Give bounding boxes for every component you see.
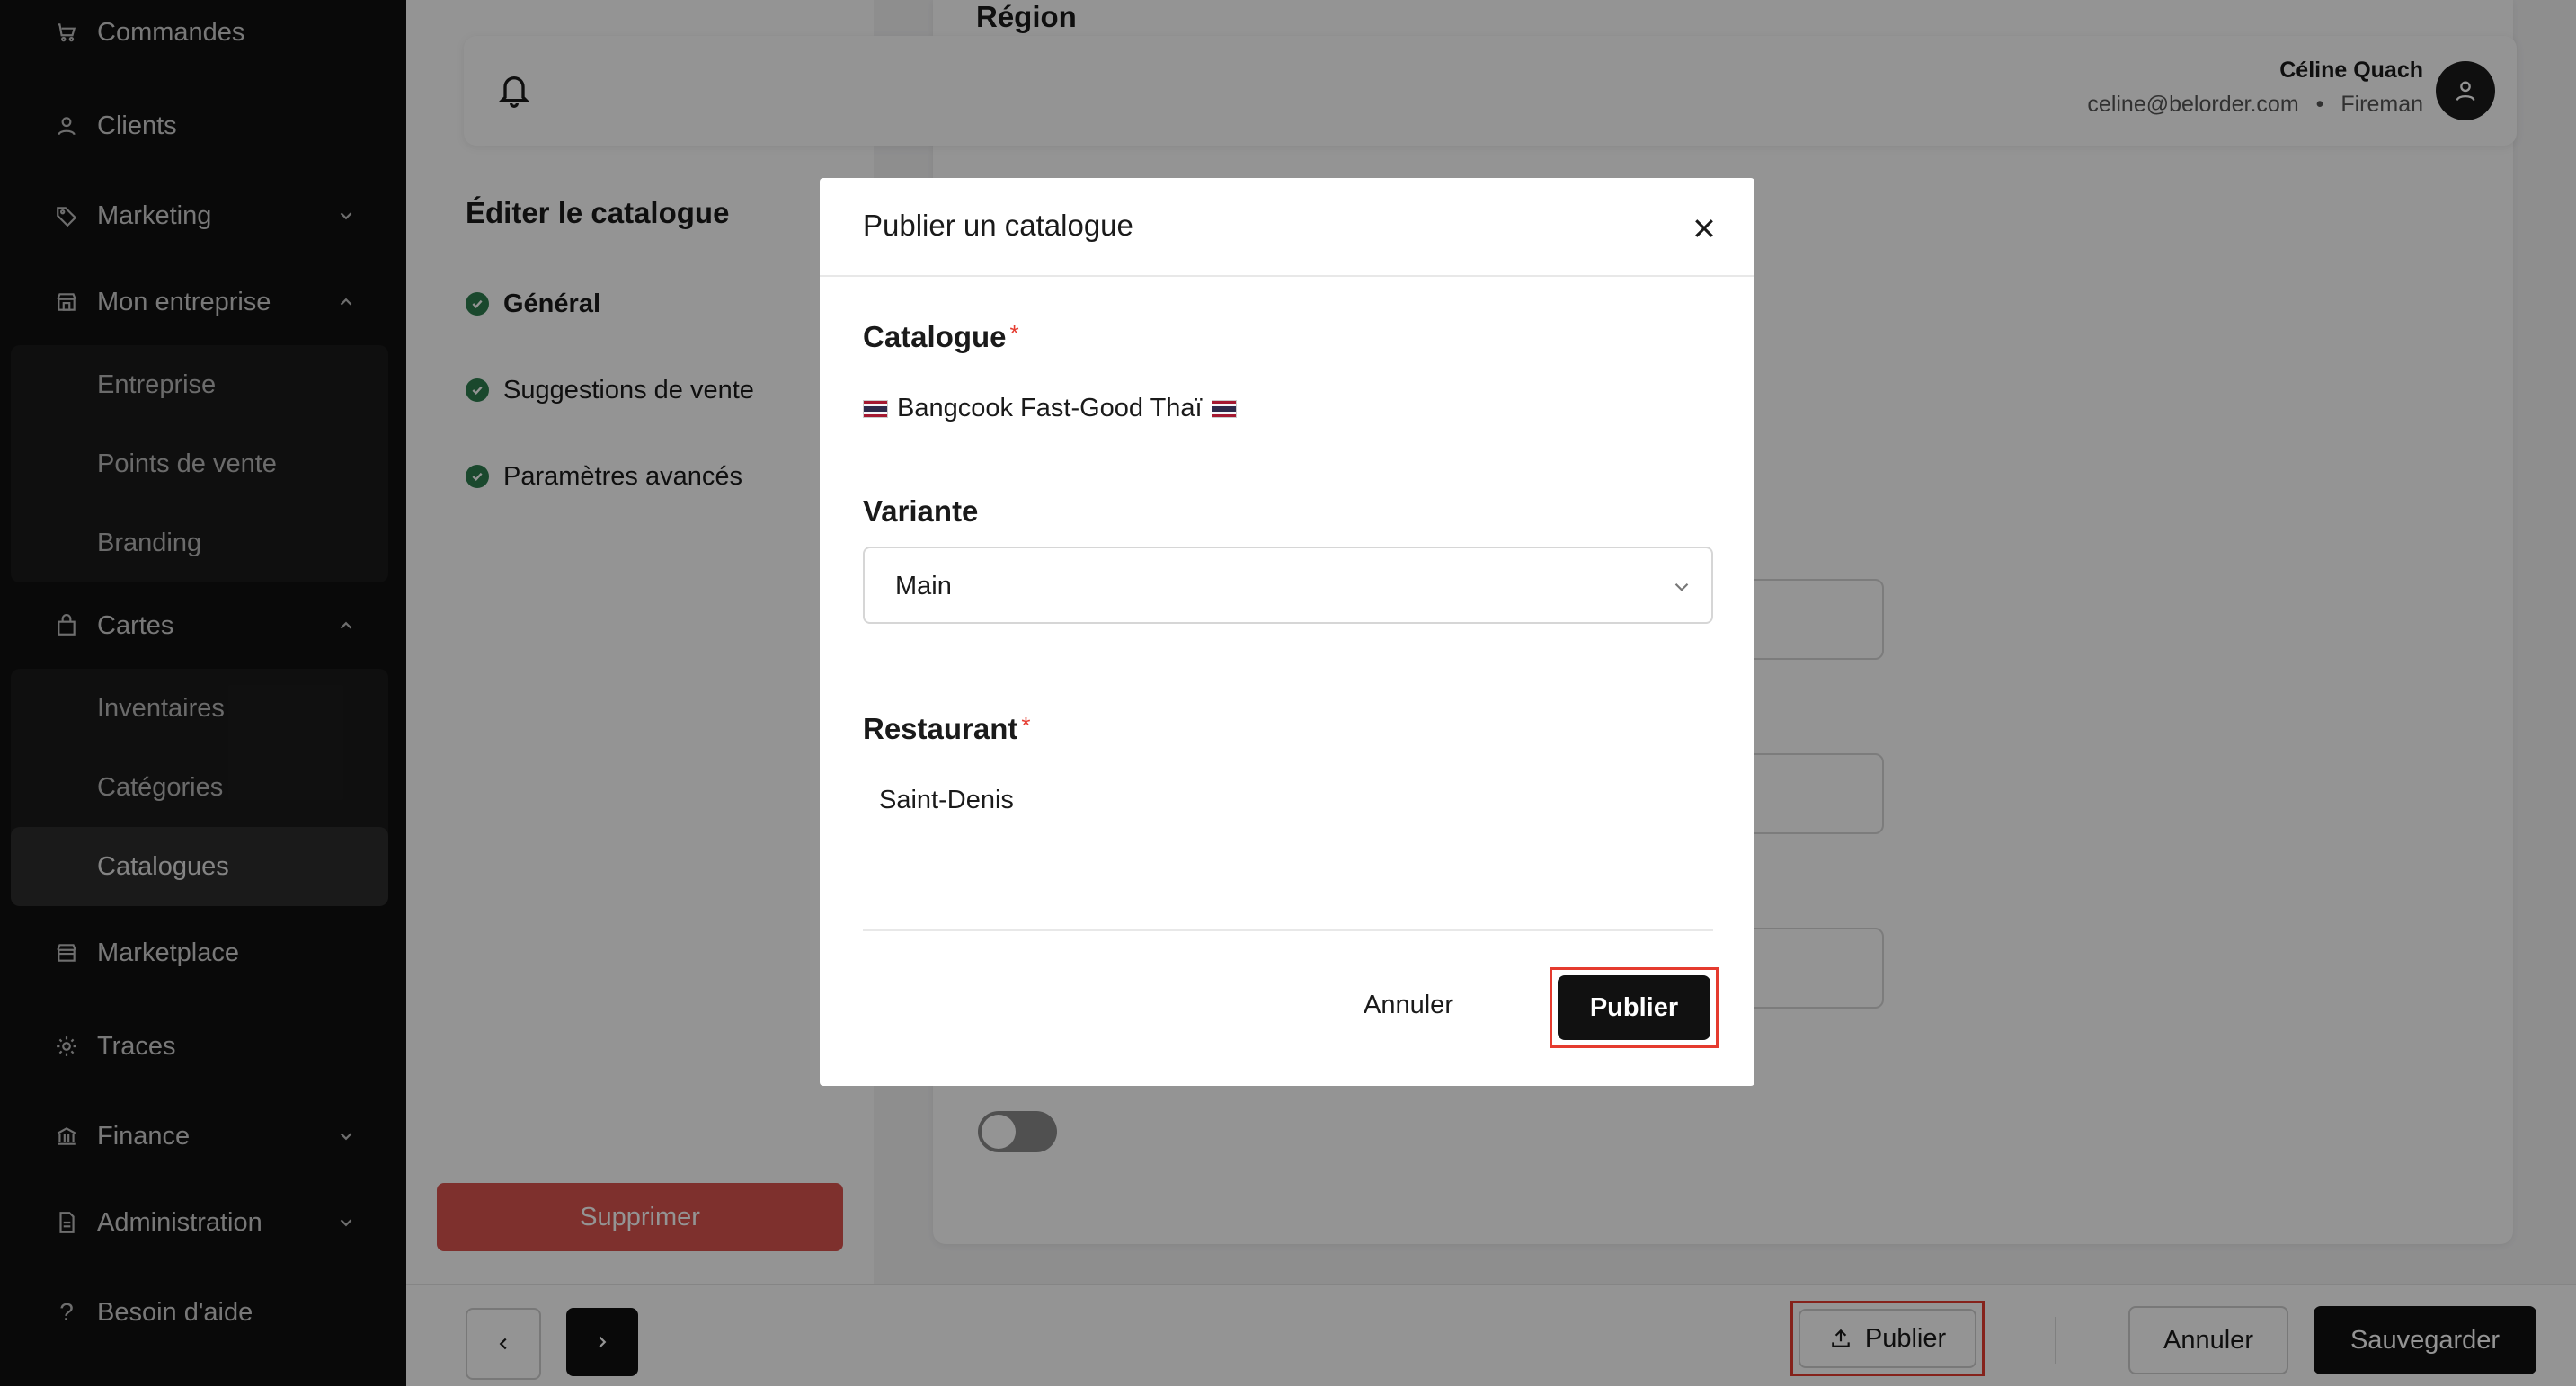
- required-mark: *: [1009, 320, 1019, 347]
- modal-title: Publier un catalogue: [863, 209, 1133, 242]
- variant-select[interactable]: Main: [863, 547, 1713, 624]
- catalogue-value: Bangcook Fast-Good Thaï: [863, 394, 1237, 423]
- chevron-down-icon: [1674, 582, 1689, 591]
- thai-flag-icon: [1211, 399, 1237, 418]
- catalogue-label: Catalogue *: [863, 320, 1019, 354]
- variant-label: Variante: [863, 494, 979, 528]
- publish-modal: Publier un catalogue Catalogue * Bangcook…: [820, 178, 1754, 1086]
- restaurant-label-text: Restaurant: [863, 712, 1018, 745]
- restaurant-value: Saint-Denis: [879, 786, 1014, 814]
- close-icon[interactable]: [1686, 210, 1722, 246]
- divider: [820, 275, 1754, 277]
- catalogue-name: Bangcook Fast-Good Thaï: [897, 394, 1203, 422]
- required-mark: *: [1021, 712, 1031, 739]
- divider: [863, 929, 1713, 931]
- modal-publish-highlight: Publier: [1550, 967, 1719, 1048]
- restaurant-label: Restaurant *: [863, 712, 1031, 746]
- variant-select-value: Main: [895, 572, 952, 600]
- thai-flag-icon: [863, 399, 888, 418]
- modal-publish-button[interactable]: Publier: [1558, 975, 1710, 1040]
- modal-cancel-button[interactable]: Annuler: [1314, 969, 1503, 1041]
- catalogue-label-text: Catalogue: [863, 320, 1007, 353]
